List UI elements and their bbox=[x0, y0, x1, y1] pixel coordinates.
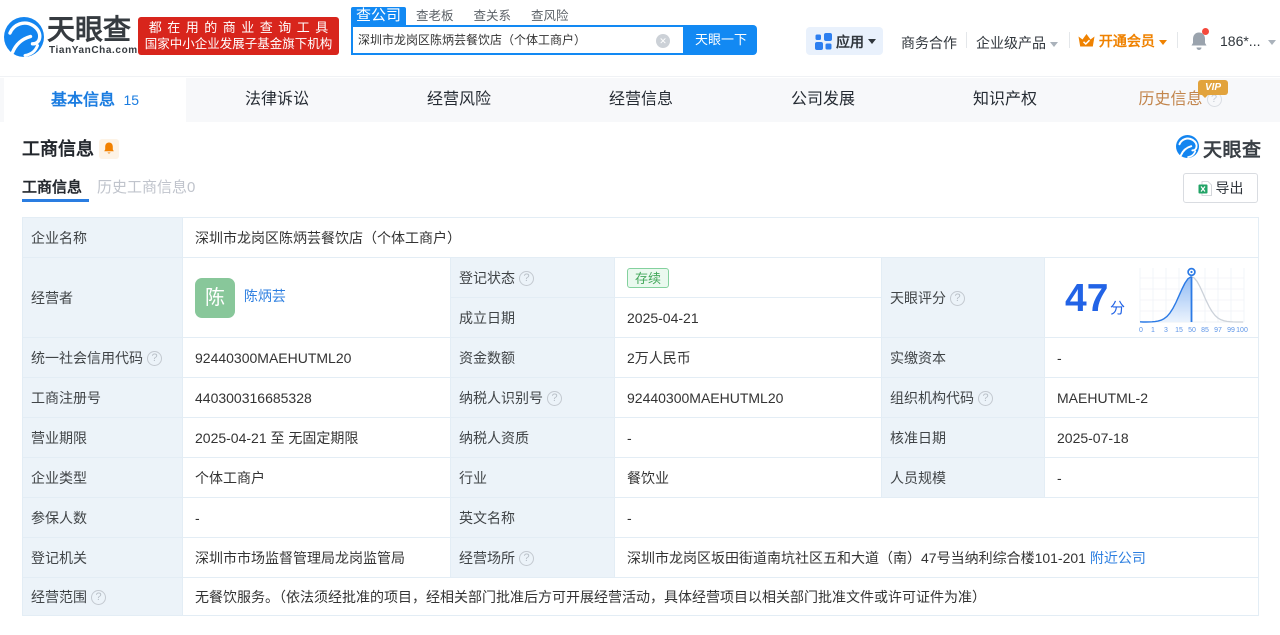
svg-text:99: 99 bbox=[1227, 327, 1235, 334]
svg-text:15: 15 bbox=[1175, 327, 1183, 334]
svg-text:97: 97 bbox=[1214, 327, 1222, 334]
svg-text:100: 100 bbox=[1236, 327, 1248, 334]
svg-text:0: 0 bbox=[1139, 327, 1143, 334]
svg-text:50: 50 bbox=[1188, 327, 1196, 334]
svg-text:85: 85 bbox=[1201, 327, 1209, 334]
svg-text:1: 1 bbox=[1151, 327, 1155, 334]
svg-text:3: 3 bbox=[1164, 327, 1168, 334]
